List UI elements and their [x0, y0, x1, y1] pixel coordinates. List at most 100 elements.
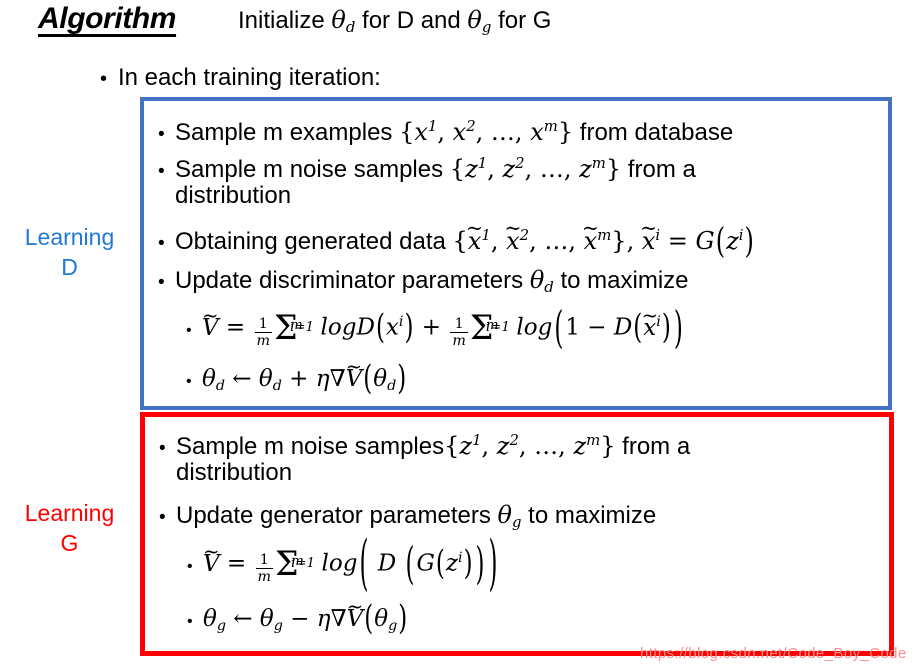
comma: , …,: [475, 118, 531, 146]
theta-d-subscript: d: [544, 278, 554, 297]
superscript-1: 1: [477, 154, 488, 172]
theta-g-subscript: g: [388, 617, 398, 634]
theta-g-subscript: g: [481, 18, 492, 37]
v-tilde-symbol: ~ V: [346, 355, 363, 394]
set-notation-close: }: [600, 432, 616, 460]
theta-g-subscript: g: [216, 617, 226, 634]
bullet-icon: •: [100, 68, 108, 90]
superscript-2: 2: [509, 431, 519, 449]
paren-open: (: [375, 308, 385, 347]
paren-close: ): [661, 308, 671, 347]
theta-d-subscript: d: [345, 18, 356, 37]
theta-symbol: θ: [374, 606, 389, 632]
summation-symbol: Σm i=1: [274, 307, 314, 347]
theta-d-subscript: d: [387, 377, 397, 394]
superscript-m: m: [543, 117, 558, 135]
v-tilde-symbol: ~ V: [202, 304, 219, 343]
bullet-icon: •: [187, 613, 193, 630]
D-symbol: D: [356, 314, 375, 341]
tilde-accent: ~: [581, 216, 599, 241]
z-symbol: z: [502, 155, 516, 183]
paren-close: ): [398, 600, 408, 638]
comma: , …,: [529, 227, 584, 255]
formula-v-tilde-discriminator: • ~ V = 1 m Σm i=1 logD(xi) + 1 m Σm i=1 log(1 −…: [186, 304, 685, 354]
slide-header: Algorithm Initialize θd for D and θg for…: [0, 0, 920, 56]
bullet-icon: •: [186, 321, 192, 339]
bullet-icon: •: [187, 557, 193, 575]
x-tilde-symbol: ~ x: [642, 304, 658, 343]
step-text-tail: from a: [621, 156, 696, 183]
paren-open-big: (: [554, 304, 564, 354]
x-tilde-symbol: ~ x: [582, 216, 599, 256]
superscript-m: m: [591, 154, 606, 172]
formula-v-tilde-generator: • ~ V = 1 m Σm i=1 log( D (G(zi))): [187, 531, 500, 599]
x-tilde-symbol: ~ x: [466, 216, 483, 256]
list-item-continuation: distribution: [176, 459, 293, 486]
paren-close: ): [397, 360, 407, 398]
bullet-icon: •: [159, 438, 166, 459]
z-symbol: z: [465, 155, 478, 183]
theta-symbol: θ: [467, 6, 482, 34]
minus-sign: −: [282, 606, 317, 632]
x-symbol: x: [530, 118, 544, 146]
paren-open: (: [435, 544, 445, 583]
set-notation: {: [399, 118, 415, 146]
comma: ,: [437, 118, 453, 146]
G-symbol: G: [416, 550, 435, 577]
bullet-icon: •: [159, 507, 166, 528]
paren-close-big: ): [475, 540, 485, 590]
theta-symbol: θ: [259, 606, 274, 632]
v-tilde-symbol: ~ V: [203, 540, 220, 579]
comma: ,: [481, 432, 497, 460]
bullet-icon: •: [158, 124, 165, 145]
z-symbol: z: [579, 155, 592, 183]
sum-lower-limit: i=1: [291, 556, 315, 572]
learning-g-line2: G: [60, 530, 79, 556]
theta-symbol: θ: [258, 366, 273, 392]
superscript-i: i: [738, 226, 744, 244]
z-symbol: z: [496, 432, 510, 460]
tilde-accent: ~: [640, 216, 658, 241]
step-text-tail: from a: [615, 433, 691, 460]
formula-theta-d-update: • θd ← θd + η∇ ~ V(θd): [186, 355, 407, 401]
superscript-1: 1: [472, 431, 482, 449]
learning-d-box: • Sample m examples {x1, x2, …, xm} from …: [140, 97, 892, 410]
step-text-tail: to maximize: [521, 502, 657, 529]
theta-symbol: θ: [203, 606, 217, 632]
z-symbol: z: [573, 432, 587, 460]
equals-sign: =: [660, 227, 696, 255]
comma: ,: [487, 155, 503, 183]
eta-symbol: η: [315, 366, 330, 392]
theta-g-subscript: g: [273, 617, 283, 634]
superscript-2: 2: [466, 117, 476, 135]
superscript-i: i: [458, 550, 463, 566]
minus-sign: −: [579, 314, 614, 341]
tilde-accent: ~: [202, 303, 219, 327]
paren-open: (: [363, 360, 373, 398]
list-item-continuation: distribution: [175, 182, 292, 209]
initialize-suffix: for G: [491, 7, 552, 34]
paren-open: (: [364, 600, 374, 638]
step-text-tail: to maximize: [553, 267, 689, 294]
bullet-icon: •: [158, 233, 165, 254]
initialize-middle: for D and: [355, 7, 468, 34]
step-text: Update generator parameters: [176, 502, 498, 529]
paren-close: ): [404, 308, 414, 347]
bullet-icon: •: [158, 161, 165, 182]
formula-theta-g-update: • θg ← θg − η∇ ~ V(θg): [187, 595, 408, 641]
theta-symbol: θ: [331, 6, 346, 34]
superscript-m: m: [586, 431, 601, 449]
one-over-m-fraction: 1m: [450, 315, 468, 349]
set-notation-close: }: [605, 155, 622, 183]
superscript-m: m: [597, 226, 612, 244]
equals-sign: =: [219, 550, 254, 577]
paren-open-big: (: [405, 540, 415, 590]
initialize-statement: Initialize θd for D and θg for G: [238, 6, 551, 36]
numerator: 1: [454, 315, 464, 332]
sum-lower-limit: i=1: [290, 320, 314, 336]
z-symbol: z: [445, 550, 458, 577]
theta-d-subscript: d: [215, 377, 225, 394]
theta-d-subscript: d: [272, 377, 282, 394]
iteration-bullet-line: • In each training iteration:: [100, 64, 381, 92]
sum-lower-limit: i=1: [485, 320, 510, 336]
